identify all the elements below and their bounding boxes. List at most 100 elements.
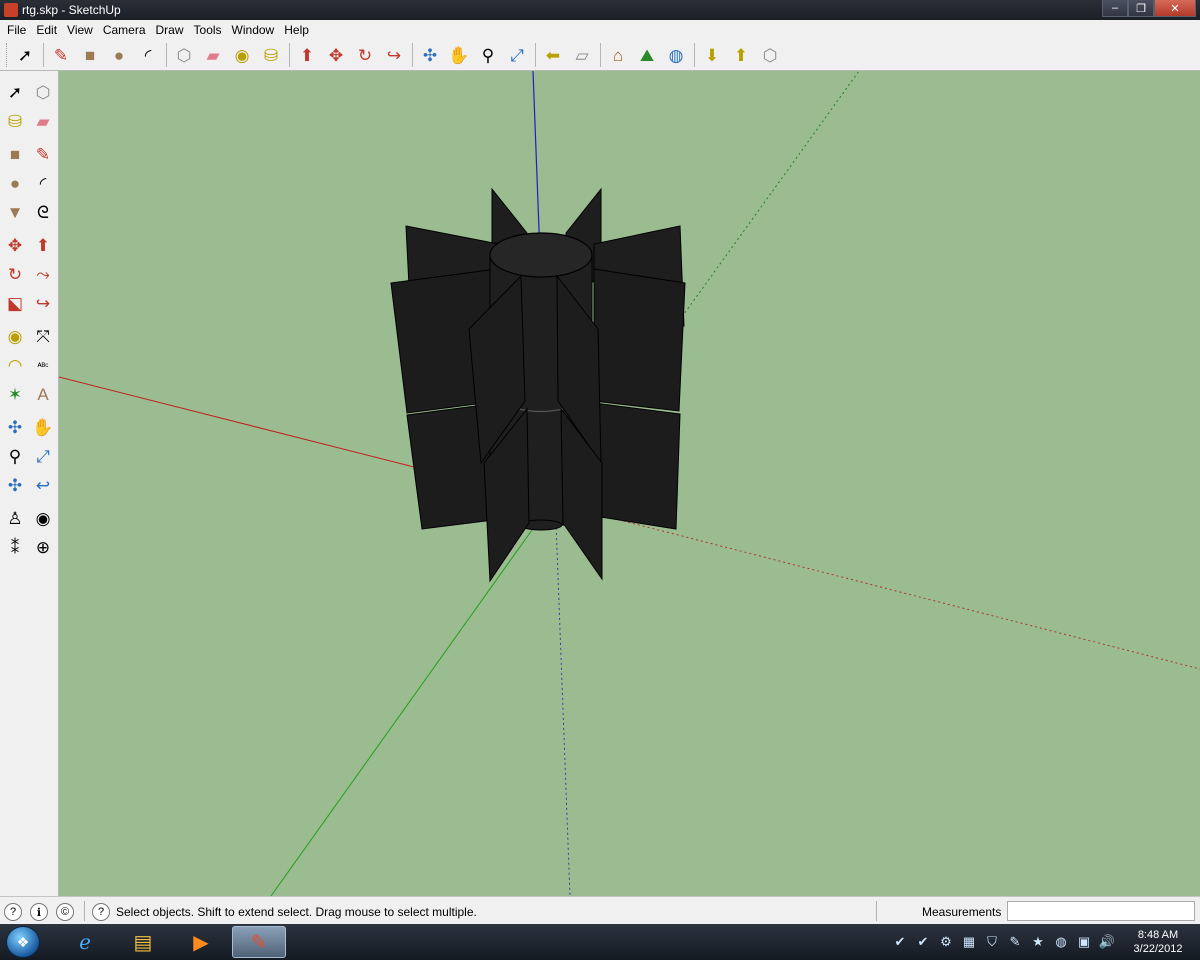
windows-taskbar: ❖ ℯ ▤ ▶ ✎ ✔ ✔ ⚙ ▦ ⛉ ✎ ★ ◍ ▣ 🔊 8:48 AM 3/22/2012 <box>0 924 1200 960</box>
previous-icon[interactable]: ↩ <box>30 472 56 499</box>
move-icon[interactable]: ✥ <box>323 42 349 68</box>
tray-icon[interactable]: 🔊 <box>1097 933 1117 951</box>
share-component-icon[interactable]: ⬡ <box>757 42 783 68</box>
text-icon[interactable]: ᴬᴮᶜ <box>30 352 56 379</box>
push-pull-icon[interactable]: ⬆ <box>294 42 320 68</box>
menu-file[interactable]: File <box>2 23 31 37</box>
model-canvas[interactable] <box>59 71 1200 896</box>
look-around-icon[interactable]: ◉ <box>30 505 56 532</box>
eraser-icon[interactable]: ▰ <box>30 108 56 135</box>
menu-camera[interactable]: Camera <box>98 23 151 37</box>
menu-help[interactable]: Help <box>279 23 314 37</box>
clock[interactable]: 8:48 AM 3/22/2012 <box>1128 928 1188 956</box>
share-model-icon[interactable]: ⬆ <box>728 42 754 68</box>
internet-explorer-icon[interactable]: ℯ <box>58 926 112 958</box>
move-icon[interactable]: ✥ <box>2 232 28 259</box>
toolbar-separator <box>289 43 290 67</box>
push-pull-icon[interactable]: ⬆ <box>30 232 56 259</box>
3d-text-icon[interactable]: A <box>30 381 56 408</box>
credits-icon[interactable]: ℹ <box>30 903 48 921</box>
tape-measure-icon[interactable]: ◉ <box>229 42 255 68</box>
geo-location-icon[interactable]: ? <box>4 903 22 921</box>
circle-icon[interactable]: ● <box>106 42 132 68</box>
tray-icon[interactable]: ✎ <box>1005 933 1025 951</box>
paint-bucket-icon[interactable]: ⛁ <box>258 42 284 68</box>
zoom-extents-icon[interactable]: ✣ <box>2 472 28 499</box>
arc-icon[interactable]: ◜ <box>30 170 56 197</box>
circle-icon[interactable]: ● <box>2 170 28 197</box>
make-component-icon[interactable]: ⬡ <box>30 79 56 106</box>
measurements-input[interactable] <box>1007 901 1195 921</box>
line-icon[interactable]: ✎ <box>30 141 56 168</box>
position-camera-icon[interactable]: ♙ <box>2 505 28 532</box>
signin-icon[interactable]: © <box>56 903 74 921</box>
zoom-extents-icon[interactable]: ⤢ <box>504 42 530 68</box>
orbit-icon[interactable]: ✣ <box>2 414 28 441</box>
arc-icon[interactable]: ◜ <box>135 42 161 68</box>
freehand-icon[interactable]: ᘓ <box>30 199 56 226</box>
terrain-icon[interactable]: ⛰ <box>634 42 660 68</box>
dimensions-icon[interactable]: ⤧ <box>30 323 56 350</box>
eraser-icon[interactable]: ▰ <box>200 42 226 68</box>
axes-icon[interactable]: ✶ <box>2 381 28 408</box>
select-tool-icon[interactable]: ➚ <box>2 79 28 106</box>
sketchup-task-icon[interactable]: ✎ <box>232 926 286 958</box>
add-location-icon[interactable]: ⌂ <box>605 42 631 68</box>
menu-tools[interactable]: Tools <box>189 23 227 37</box>
rectangle-icon[interactable]: ■ <box>2 141 28 168</box>
toolbar-separator <box>166 43 167 67</box>
zoom-icon[interactable]: ⚲ <box>2 443 28 470</box>
follow-me-icon[interactable]: ⤳ <box>30 261 56 288</box>
tray-icon[interactable]: ✔ <box>913 933 933 951</box>
tray-icon[interactable]: ⛉ <box>982 933 1002 951</box>
next-view-icon[interactable]: ▱ <box>569 42 595 68</box>
zoom-icon[interactable]: ⚲ <box>475 42 501 68</box>
rectangle-icon[interactable]: ■ <box>77 42 103 68</box>
status-divider <box>84 901 85 921</box>
file-explorer-icon[interactable]: ▤ <box>116 926 170 958</box>
palette-row: ⚲ ⤢ <box>2 443 58 470</box>
help-icon[interactable]: ? <box>92 903 110 921</box>
offset-icon[interactable]: ↪ <box>30 290 56 317</box>
paint-bucket-icon[interactable]: ⛁ <box>2 108 28 135</box>
scale-icon[interactable]: ⬕ <box>2 290 28 317</box>
offset-icon[interactable]: ↪ <box>381 42 407 68</box>
select-tool-icon[interactable]: ➚ <box>12 42 38 68</box>
red-axis-negative <box>603 515 1200 670</box>
protractor-icon[interactable]: ◠ <box>2 352 28 379</box>
tape-measure-icon[interactable]: ◉ <box>2 323 28 350</box>
media-player-icon[interactable]: ▶ <box>174 926 228 958</box>
tray-icon[interactable]: ★ <box>1028 933 1048 951</box>
tray-icon[interactable]: ▣ <box>1074 933 1094 951</box>
pan-icon[interactable]: ✋ <box>446 42 472 68</box>
tray-icon[interactable]: ◍ <box>1051 933 1071 951</box>
palette-row: ◉ ⤧ <box>2 323 58 350</box>
menu-window[interactable]: Window <box>227 23 280 37</box>
orbit-icon[interactable]: ✣ <box>417 42 443 68</box>
pan-icon[interactable]: ✋ <box>30 414 56 441</box>
drawing-viewport[interactable] <box>59 71 1200 896</box>
tray-icon[interactable]: ▦ <box>959 933 979 951</box>
make-component-icon[interactable]: ⬡ <box>171 42 197 68</box>
walk-icon[interactable]: ⁑ <box>2 534 28 561</box>
close-button[interactable]: ✕ <box>1154 0 1196 17</box>
maximize-button[interactable]: ❐ <box>1128 0 1154 17</box>
previous-view-icon[interactable]: ⬅ <box>540 42 566 68</box>
menu-view[interactable]: View <box>62 23 98 37</box>
rotate-icon[interactable]: ↻ <box>352 42 378 68</box>
red-axis <box>59 376 415 468</box>
tray-icon[interactable]: ⚙ <box>936 933 956 951</box>
get-models-icon[interactable]: ⬇ <box>699 42 725 68</box>
section-plane-icon[interactable]: ⊕ <box>30 534 56 561</box>
toolbar-grip[interactable] <box>6 43 10 67</box>
google-earth-icon[interactable]: ◍ <box>663 42 689 68</box>
tray-icon[interactable]: ✔ <box>890 933 910 951</box>
zoom-window-icon[interactable]: ⤢ <box>30 443 56 470</box>
polygon-icon[interactable]: ▼ <box>2 199 28 226</box>
pencil-line-icon[interactable]: ✎ <box>48 42 74 68</box>
start-button[interactable]: ❖ <box>6 926 40 958</box>
menu-draw[interactable]: Draw <box>151 23 189 37</box>
minimize-button[interactable]: ‒ <box>1102 0 1128 17</box>
rotate-icon[interactable]: ↻ <box>2 261 28 288</box>
menu-edit[interactable]: Edit <box>31 23 62 37</box>
